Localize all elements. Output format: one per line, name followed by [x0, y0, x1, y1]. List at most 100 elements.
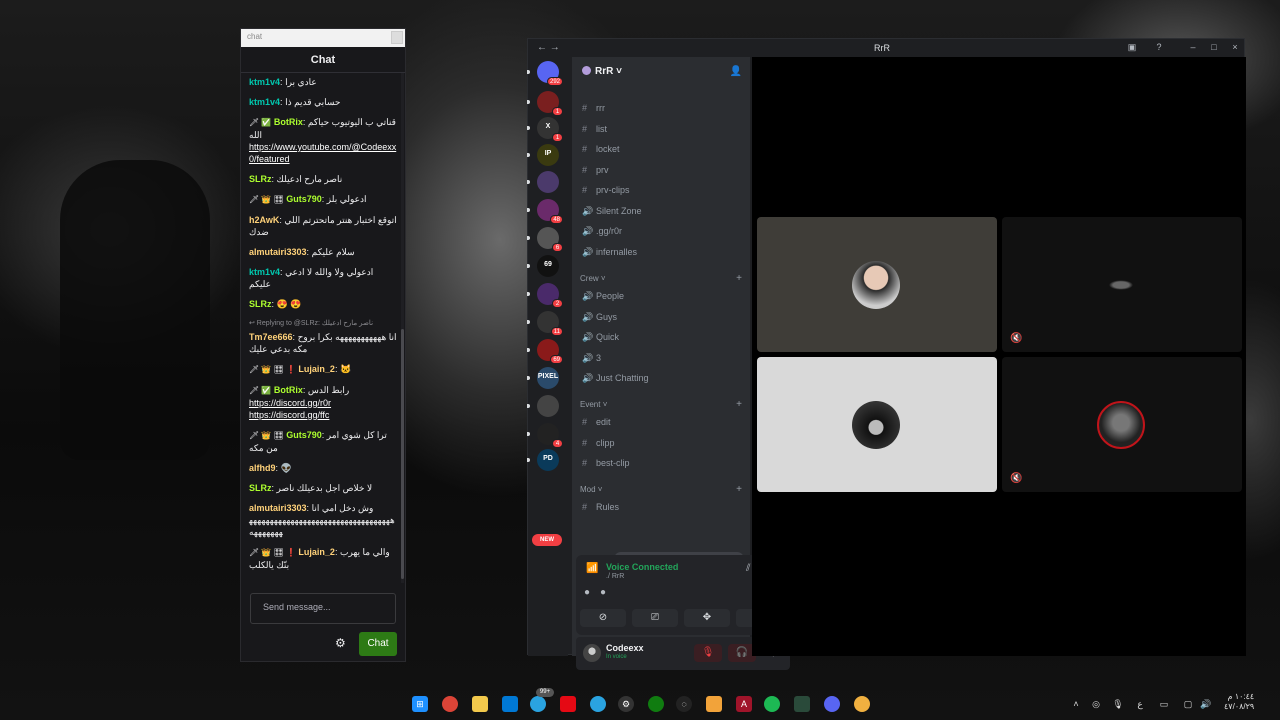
server-icon[interactable]: 69: [527, 255, 559, 277]
chat-link[interactable]: https://discord.gg/r0r https://discord.g…: [249, 398, 331, 420]
app-icon[interactable]: [854, 696, 870, 712]
chevron-up-icon[interactable]: ˄: [1068, 696, 1084, 712]
channel-item[interactable]: # clipp: [578, 434, 746, 452]
chat-username[interactable]: Guts790: [286, 194, 322, 204]
participant-tile[interactable]: [757, 357, 997, 492]
chat-username[interactable]: SLRz: [249, 483, 272, 493]
mute-mic-button[interactable]: 🎙: [694, 644, 722, 662]
participant-tile[interactable]: 🔇: [1002, 217, 1242, 352]
server-icon[interactable]: 6: [527, 227, 563, 252]
server-icon[interactable]: [527, 171, 559, 193]
inbox-icon[interactable]: ▣: [1126, 42, 1138, 53]
server-icon[interactable]: 11: [527, 311, 563, 336]
server-icon[interactable]: X1: [527, 117, 563, 142]
app-icon[interactable]: A: [736, 696, 752, 712]
channel-item[interactable]: # prv: [578, 161, 746, 179]
chat-link[interactable]: https://www.youtube.com/@Codeexx0/featur…: [249, 142, 396, 164]
chat-username[interactable]: BotRix: [274, 385, 303, 395]
chat-username[interactable]: alfhd9: [249, 463, 276, 473]
channel-item[interactable]: 🔊 Silent Zone: [578, 202, 746, 220]
tray-icon[interactable]: ▭: [1156, 696, 1172, 712]
add-channel-icon[interactable]: +: [736, 399, 742, 410]
language-indicator[interactable]: ع: [1132, 696, 1148, 712]
screen-share-button[interactable]: ⎚: [632, 609, 678, 627]
avatar[interactable]: [583, 644, 601, 662]
app-icon[interactable]: [706, 696, 722, 712]
channel-item[interactable]: 🔊 People: [578, 287, 746, 305]
add-channel-icon[interactable]: +: [736, 273, 742, 284]
channel-item[interactable]: # rrr: [578, 99, 746, 117]
app-tray-icon[interactable]: ◎: [1088, 696, 1104, 712]
minimize-icon[interactable]: –: [1187, 42, 1199, 52]
start-icon[interactable]: ⊞: [412, 696, 428, 712]
chat-username[interactable]: Lujain_2: [298, 547, 335, 557]
telegram-icon[interactable]: [530, 696, 546, 712]
chat-username[interactable]: BotRix: [274, 117, 303, 127]
channel-item[interactable]: # prv-clips: [578, 181, 746, 199]
channel-item[interactable]: 🔊 infernalles: [578, 243, 746, 261]
chat-username[interactable]: SLRz: [249, 174, 272, 184]
new-pill[interactable]: NEW: [532, 534, 562, 546]
chat-scrollbar-thumb[interactable]: [401, 329, 404, 579]
chat-message-list[interactable]: ktm1v4: عادي برا ktm1v4: حسابي قديم ذا 🗡 ✅…: [241, 73, 405, 613]
chat-username[interactable]: ktm1v4: [249, 267, 280, 277]
channel-item[interactable]: # locket: [578, 140, 746, 158]
telegram-icon[interactable]: [590, 696, 606, 712]
camera-off-button[interactable]: ⊘: [580, 609, 626, 627]
help-icon[interactable]: ?: [1153, 42, 1165, 52]
participant-tile[interactable]: 🔇: [1002, 357, 1242, 492]
app-icon[interactable]: [794, 696, 810, 712]
chat-username[interactable]: ktm1v4: [249, 77, 280, 87]
voice-channel-path[interactable]: ./ RrR: [606, 573, 624, 580]
server-icon[interactable]: [527, 395, 559, 417]
chrome-icon[interactable]: [442, 696, 458, 712]
volume-icon[interactable]: 🔊: [1198, 696, 1214, 712]
channel-item[interactable]: # edit: [578, 413, 746, 431]
category-header[interactable]: Mod ˅ +: [578, 484, 746, 497]
category-header[interactable]: Crew ˅ +: [578, 273, 746, 286]
app-icon[interactable]: ◌: [676, 696, 692, 712]
server-header[interactable]: RrR ˅ 👤: [572, 57, 750, 87]
chat-username[interactable]: Guts790: [286, 430, 322, 440]
xbox-icon[interactable]: [648, 696, 664, 712]
server-icon[interactable]: IP: [527, 144, 559, 166]
chat-username[interactable]: Tm7ee666: [249, 332, 293, 342]
chat-username[interactable]: ktm1v4: [249, 97, 280, 107]
signal-icon[interactable]: 📶: [586, 563, 598, 574]
participant-tile[interactable]: [757, 217, 997, 352]
noise-suppression-icon[interactable]: ⫽: [746, 563, 750, 574]
settings-icon[interactable]: ⚙: [618, 696, 634, 712]
activities-button[interactable]: ✥: [684, 609, 730, 627]
store-icon[interactable]: [502, 696, 518, 712]
channel-item[interactable]: # list: [578, 120, 746, 138]
channel-item[interactable]: # best-clip: [578, 454, 746, 472]
server-icon[interactable]: PIXEL: [527, 367, 559, 389]
add-member-icon[interactable]: 👤: [730, 66, 742, 77]
server-icon[interactable]: 69: [527, 339, 563, 364]
spotify-icon[interactable]: [764, 696, 780, 712]
chat-username[interactable]: h2AwK: [249, 215, 279, 225]
close-icon[interactable]: ×: [1229, 42, 1241, 52]
channel-item[interactable]: 🔊 Quick: [578, 328, 746, 346]
clock[interactable]: ١٠:٤٤ م ٤٧/٠٨/٢٩: [1224, 692, 1254, 712]
chat-username[interactable]: Lujain_2: [298, 364, 335, 374]
discord-icon[interactable]: [824, 696, 840, 712]
server-icon[interactable]: 1: [527, 91, 563, 116]
channel-item[interactable]: 🔊 .gg/r0r: [578, 222, 746, 240]
chat-message-input[interactable]: Send message...: [250, 593, 396, 624]
channel-item[interactable]: # Rules: [578, 498, 746, 516]
add-channel-icon[interactable]: +: [736, 484, 742, 495]
server-icon[interactable]: 2: [527, 283, 563, 308]
chat-send-button[interactable]: Chat: [359, 632, 397, 656]
maximize-icon[interactable]: □: [1208, 42, 1220, 52]
chat-username[interactable]: almutairi3303: [249, 503, 307, 513]
server-icon[interactable]: PD: [527, 449, 559, 471]
chat-username[interactable]: SLRz: [249, 299, 272, 309]
server-icon[interactable]: 292: [527, 61, 563, 86]
channel-item[interactable]: 🔊 3: [578, 349, 746, 367]
network-icon[interactable]: ▢: [1180, 696, 1196, 712]
file-explorer-icon[interactable]: [472, 696, 488, 712]
server-icon[interactable]: 4: [527, 423, 563, 448]
chat-username[interactable]: almutairi3303: [249, 247, 307, 257]
microphone-icon[interactable]: 🎙: [1110, 696, 1126, 712]
